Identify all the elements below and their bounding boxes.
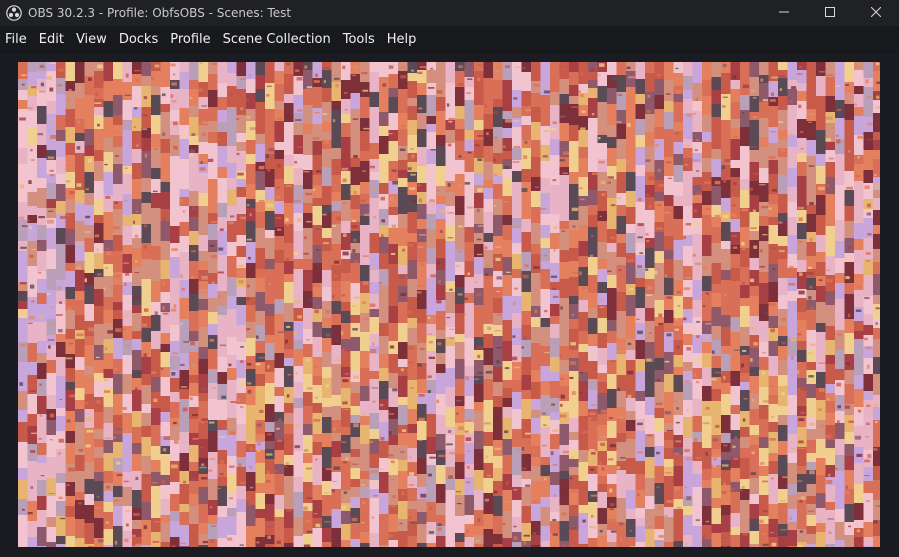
menu-bar: File Edit View Docks Profile Scene Colle… (0, 26, 899, 54)
maximize-icon (825, 5, 835, 21)
menu-scene-collection[interactable]: Scene Collection (217, 26, 337, 54)
menu-docks[interactable]: Docks (113, 26, 164, 54)
menu-view[interactable]: View (70, 26, 113, 54)
obs-logo-icon (6, 5, 22, 21)
preview-area (0, 54, 899, 557)
glitch-mosaic-image (18, 62, 880, 547)
close-button[interactable] (853, 0, 899, 26)
minimize-button[interactable] (761, 0, 807, 26)
window-controls (761, 0, 899, 26)
minimize-icon (779, 5, 789, 21)
menu-help[interactable]: Help (381, 26, 423, 54)
maximize-button[interactable] (807, 0, 853, 26)
menu-tools[interactable]: Tools (337, 26, 381, 54)
close-icon (870, 5, 882, 21)
window-title: OBS 30.2.3 - Profile: ObfsOBS - Scenes: … (28, 6, 292, 20)
menu-edit[interactable]: Edit (33, 26, 70, 54)
menu-file[interactable]: File (0, 26, 33, 54)
obs-main-window: OBS 30.2.3 - Profile: ObfsOBS - Scenes: … (0, 0, 899, 557)
title-bar: OBS 30.2.3 - Profile: ObfsOBS - Scenes: … (0, 0, 899, 26)
menu-profile[interactable]: Profile (164, 26, 216, 54)
program-preview[interactable] (18, 62, 880, 547)
